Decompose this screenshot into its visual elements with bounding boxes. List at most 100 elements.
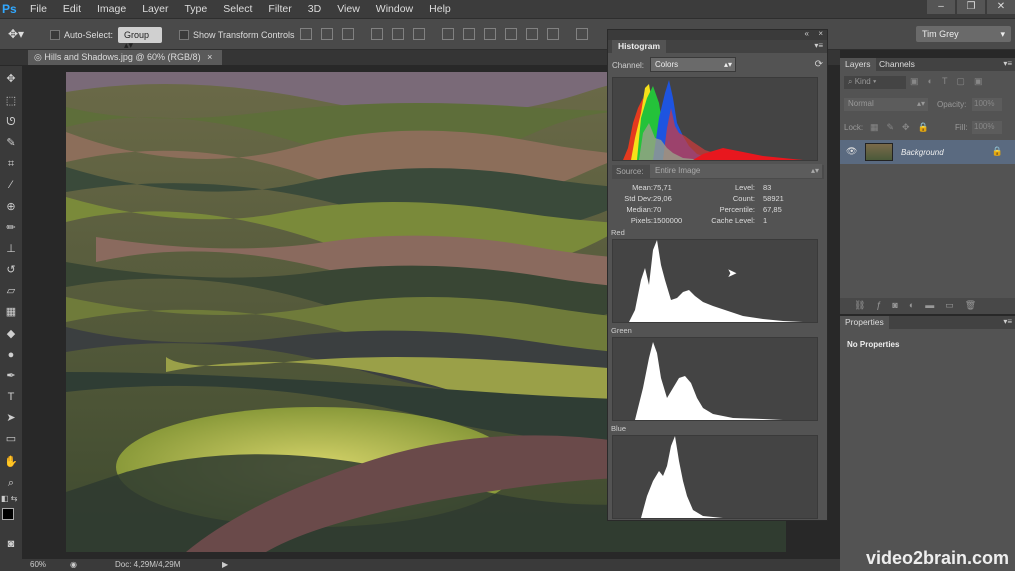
move-tool-icon[interactable]: ✥▾: [8, 27, 24, 41]
distribute-left-icon[interactable]: [505, 28, 517, 40]
pen-tool-icon[interactable]: ✒: [3, 369, 19, 383]
layer-action-icons[interactable]: ⛓ƒ◙◐▬▭🗑: [854, 300, 987, 311]
shape-tool-icon[interactable]: ▭: [3, 432, 19, 446]
gradient-tool-icon[interactable]: ▦: [3, 305, 19, 319]
mean-label: Mean:: [632, 183, 653, 192]
lasso-tool-icon[interactable]: ᘎ: [3, 115, 19, 129]
distribute-vcenter-icon[interactable]: [463, 28, 475, 40]
distribute-bottom-icon[interactable]: [484, 28, 496, 40]
menu-filter[interactable]: Filter: [260, 3, 299, 15]
healing-brush-tool-icon[interactable]: ⊕: [3, 200, 19, 214]
align-top-icon[interactable]: [300, 28, 312, 40]
lock-icons[interactable]: ▦✎✥🔒: [870, 122, 937, 133]
menu-file[interactable]: File: [22, 3, 55, 15]
tab-properties[interactable]: Properties: [840, 316, 889, 329]
kind-filter-dropdown[interactable]: ⌕ Kind ▾: [844, 76, 906, 89]
auto-select-checkbox[interactable]: [50, 30, 60, 40]
kind-filter-value: Kind: [854, 77, 871, 86]
menu-type[interactable]: Type: [176, 3, 215, 15]
fill-field[interactable]: 100%: [972, 121, 1002, 134]
hand-tool-icon[interactable]: ✋: [3, 455, 19, 469]
eyedropper-tool-icon[interactable]: ⁄: [3, 178, 19, 192]
marquee-tool-icon[interactable]: ⬚: [3, 94, 19, 108]
menu-layer[interactable]: Layer: [134, 3, 176, 15]
blend-mode-dropdown[interactable]: Normal ▴▾: [844, 98, 928, 111]
crop-tool-icon[interactable]: ⌗: [3, 157, 19, 171]
document-tab[interactable]: ◎ Hills and Shadows.jpg @ 60% (RGB/8) ×: [28, 50, 222, 65]
distribute-top-icon[interactable]: [442, 28, 454, 40]
status-icon[interactable]: ◉: [70, 559, 77, 571]
refresh-icon[interactable]: ⟳: [815, 59, 823, 70]
align-bottom-icon[interactable]: [342, 28, 354, 40]
menu-edit[interactable]: Edit: [55, 3, 89, 15]
align-vcenter-icon[interactable]: [321, 28, 333, 40]
menu-3d[interactable]: 3D: [300, 3, 329, 15]
layer-name[interactable]: Background: [901, 148, 944, 157]
tab-layers[interactable]: Layers: [840, 58, 876, 71]
count-value: 58921: [763, 194, 784, 203]
auto-align-icon[interactable]: [576, 28, 588, 40]
minimize-button[interactable]: –: [927, 0, 955, 14]
channel-label: Channel:: [612, 61, 645, 70]
history-brush-tool-icon[interactable]: ↺: [3, 263, 19, 277]
photoshop-logo: Ps: [2, 2, 17, 16]
std-value: 29,06: [653, 194, 672, 203]
tab-channels[interactable]: Channels: [874, 58, 920, 71]
eraser-tool-icon[interactable]: ▱: [3, 284, 19, 298]
quick-mask-icon[interactable]: ◙: [3, 537, 19, 551]
eye-icon[interactable]: 👁: [846, 146, 857, 157]
quick-select-tool-icon[interactable]: ✎: [3, 136, 19, 150]
properties-menu-icon[interactable]: ▾≡: [1003, 317, 1012, 326]
histogram-panel-header[interactable]: « ×: [608, 29, 827, 40]
maximize-button[interactable]: ❐: [957, 0, 985, 14]
source-dropdown[interactable]: Entire Image ▴▾: [650, 164, 822, 178]
pixels-label: Pixels:: [630, 216, 653, 225]
lock-label: Lock:: [844, 123, 864, 132]
type-tool-icon[interactable]: T: [3, 390, 19, 404]
menu-select[interactable]: Select: [215, 3, 260, 15]
channel-dropdown[interactable]: Colors ▴▾: [650, 57, 736, 72]
layers-menu-icon[interactable]: ▾≡: [1003, 59, 1012, 68]
menu-window[interactable]: Window: [368, 3, 421, 15]
opacity-field[interactable]: 100%: [972, 98, 1002, 111]
tab-histogram[interactable]: Histogram: [612, 40, 667, 53]
level-label: Level:: [734, 183, 755, 192]
zoom-tool-icon[interactable]: ⌕: [3, 476, 19, 490]
layer-filter-icons[interactable]: ▣◐T▢▣: [910, 76, 991, 87]
status-menu-arrow-icon[interactable]: ▶: [222, 559, 228, 571]
red-histogram: [612, 239, 818, 323]
menu-help[interactable]: Help: [421, 3, 459, 15]
distribute-hcenter-icon[interactable]: [526, 28, 538, 40]
foreground-color-swatch[interactable]: [2, 508, 14, 520]
opacity-label: Opacity:: [937, 100, 967, 109]
median-value: 70: [653, 205, 662, 214]
clone-stamp-tool-icon[interactable]: ⊥: [3, 242, 19, 256]
blur-tool-icon[interactable]: ◆: [3, 327, 19, 341]
align-right-icon[interactable]: [413, 28, 425, 40]
workspace-dropdown[interactable]: Tim Grey ▾: [916, 26, 1011, 42]
collapse-icon[interactable]: «: [805, 29, 809, 38]
path-select-tool-icon[interactable]: ➤: [3, 411, 19, 425]
move-tool-icon[interactable]: ✥: [3, 72, 19, 86]
level-value: 83: [763, 183, 772, 192]
properties-panel: Properties ▾≡ No Properties: [840, 316, 1015, 571]
menu-image[interactable]: Image: [89, 3, 134, 15]
dodge-tool-icon[interactable]: ●: [3, 348, 19, 362]
brush-tool-icon[interactable]: ✏: [3, 221, 19, 235]
align-left-icon[interactable]: [371, 28, 383, 40]
panel-close-icon[interactable]: ×: [818, 29, 823, 38]
close-tab-icon[interactable]: ×: [207, 52, 212, 62]
swap-colors-icon[interactable]: ◧ ⇆: [1, 494, 17, 503]
transform-controls-checkbox[interactable]: [179, 30, 189, 40]
cache-value: 1: [763, 216, 768, 225]
auto-select-dropdown[interactable]: Group ▴▾: [118, 27, 162, 50]
distribute-right-icon[interactable]: [547, 28, 559, 40]
align-hcenter-icon[interactable]: [392, 28, 404, 40]
close-button[interactable]: ✕: [987, 0, 1015, 14]
layer-row-background[interactable]: 👁 Background 🔒: [840, 140, 1015, 164]
menu-view[interactable]: View: [329, 3, 368, 15]
panel-menu-icon[interactable]: ▾≡: [814, 41, 823, 50]
zoom-level[interactable]: 60%: [30, 559, 46, 571]
no-properties-text: No Properties: [847, 340, 900, 349]
doc-info[interactable]: Doc: 4,29M/4,29M: [115, 559, 180, 571]
